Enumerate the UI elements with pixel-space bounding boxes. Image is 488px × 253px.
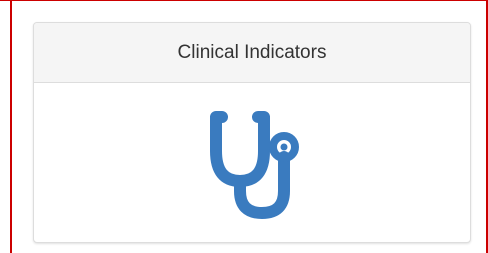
stethoscope-icon	[192, 111, 312, 221]
card-header: Clinical Indicators	[34, 23, 470, 83]
card-body[interactable]	[34, 83, 470, 242]
clinical-indicators-card[interactable]: Clinical Indicators	[33, 22, 471, 243]
card-title: Clinical Indicators	[177, 41, 327, 63]
selection-frame-left-edge	[10, 0, 12, 253]
